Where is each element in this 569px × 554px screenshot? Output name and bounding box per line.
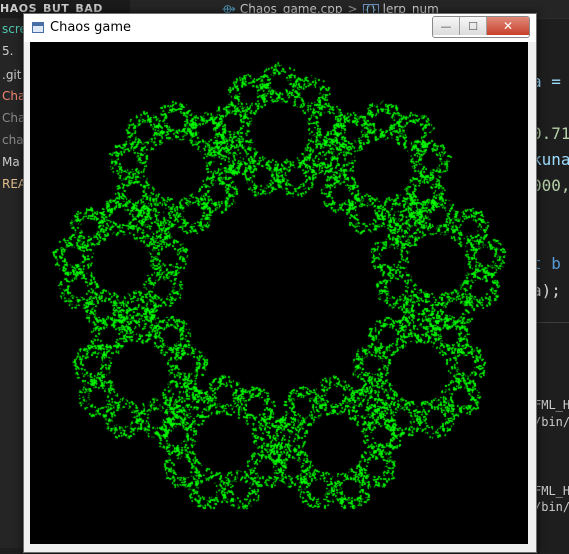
file-item[interactable]: cha xyxy=(2,133,24,147)
minimize-icon: — xyxy=(440,19,452,33)
file-item[interactable]: Cha xyxy=(2,111,25,125)
terminal-line: /bin/ xyxy=(534,500,569,514)
window-titlebar[interactable]: Chaos game — ☐ ✕ xyxy=(24,14,536,42)
code-fragment: 0.71 xyxy=(532,124,569,143)
code-fragment: kuna xyxy=(532,150,569,169)
terminal-line: /bin/ xyxy=(534,415,569,429)
close-button[interactable]: ✕ xyxy=(487,17,529,35)
app-window-icon xyxy=(32,22,44,33)
terminal-line: FML_H xyxy=(534,398,569,412)
fractal-canvas xyxy=(30,42,528,544)
file-item[interactable]: 5. xyxy=(2,44,13,58)
chaos-game-window: Chaos game — ☐ ✕ xyxy=(23,13,537,553)
maximize-icon: ☐ xyxy=(468,19,478,33)
code-fragment: 000, xyxy=(532,176,569,195)
file-item[interactable]: Cha xyxy=(2,89,25,103)
minimize-button[interactable]: — xyxy=(433,17,460,35)
window-controls: — ☐ ✕ xyxy=(432,16,530,38)
maximize-button[interactable]: ☐ xyxy=(460,17,487,35)
window-title: Chaos game xyxy=(50,20,132,35)
file-item[interactable]: .git xyxy=(2,68,21,82)
file-item[interactable]: Ma xyxy=(2,155,20,169)
terminal-line: FML_H xyxy=(534,484,569,498)
close-icon: ✕ xyxy=(502,19,514,33)
